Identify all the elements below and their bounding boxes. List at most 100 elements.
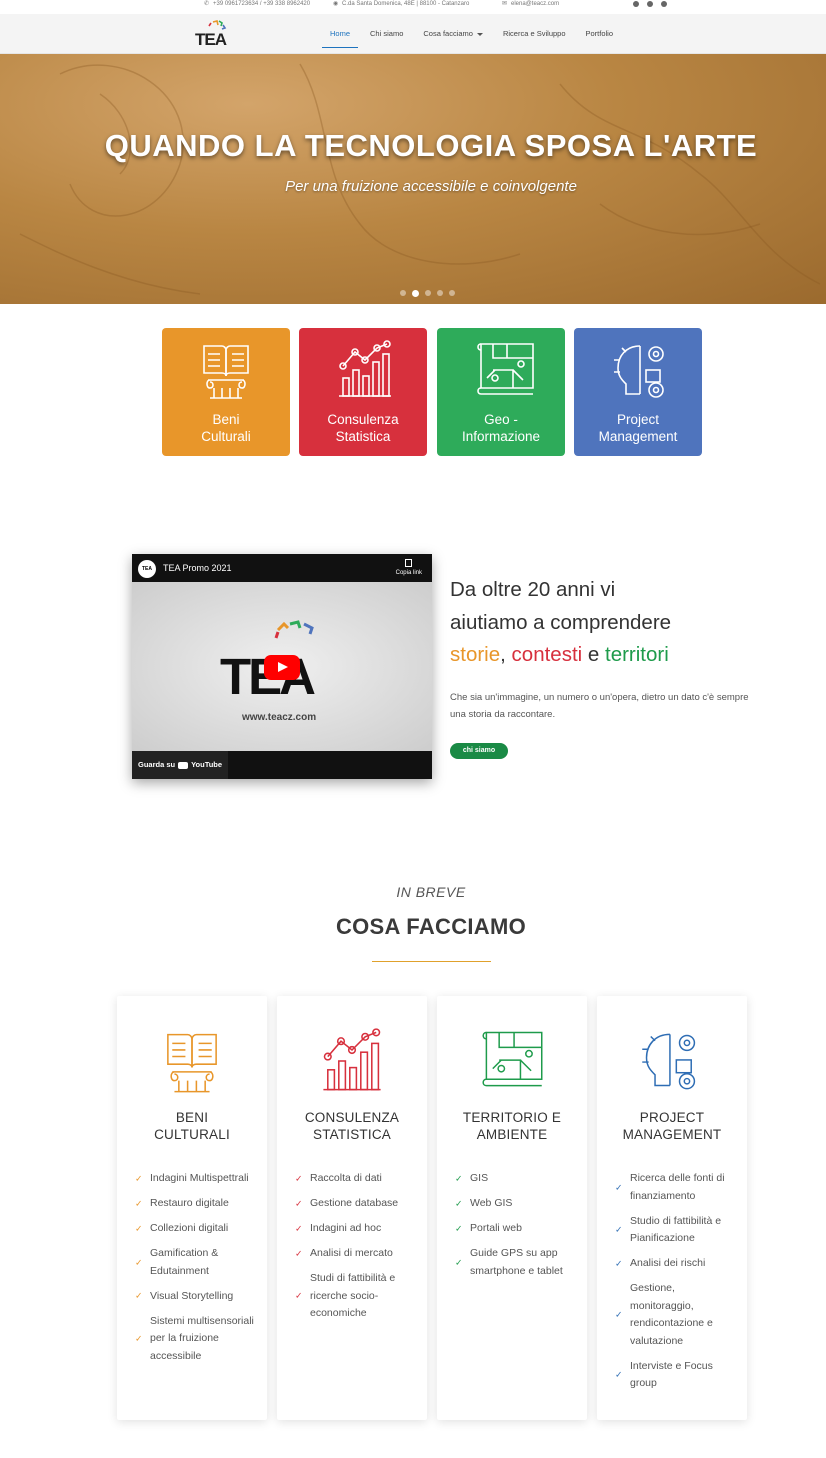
list-item: ✓ Restauro digitale	[135, 1195, 255, 1213]
intro-body: Che sia un'immagine, un numero o un'oper…	[450, 691, 749, 720]
list-item: ✓ Visual Storytelling	[135, 1288, 255, 1306]
tile-label-line2: Management	[598, 429, 678, 444]
watch-on-youtube-button[interactable]: Guarda su YouTube	[132, 751, 229, 779]
slider-dot[interactable]	[437, 290, 443, 296]
chevron-down-icon	[476, 32, 483, 36]
card-title: BENI CULTURALI	[117, 1109, 267, 1143]
brain-gears-icon	[614, 345, 664, 398]
list-item-text: Analisi dei rischi	[630, 1257, 706, 1269]
nav-ricerca-sviluppo[interactable]: Ricerca e Sviluppo	[493, 14, 576, 54]
list-item: ✓ Analisi dei rischi	[615, 1255, 735, 1273]
chi-siamo-button[interactable]: chi siamo	[450, 743, 508, 759]
list-item: ✓ Analisi di mercato	[295, 1245, 415, 1263]
tile-label-line1: Beni	[212, 412, 240, 427]
service-card-territorio-ambiente: TERRITORIO E AMBIENTE ✓ GIS ✓ Web GIS ✓ Port…	[437, 996, 587, 1420]
section-divider	[372, 961, 491, 962]
list-item-text: Web GIS	[470, 1197, 513, 1209]
service-card-consulenza-statistica: CONSULENZA STATISTICA ✓ Raccolta di dati ✓…	[277, 996, 427, 1420]
tile-label-line2: Informazione	[461, 429, 541, 444]
slider-dot[interactable]	[449, 290, 455, 296]
tile-project-management[interactable]: Project Management	[574, 328, 702, 456]
list-item-text: Gamification & Edutainment	[150, 1247, 219, 1277]
phone-icon: ✆	[204, 1, 210, 7]
list-item-text: Visual Storytelling	[150, 1289, 234, 1302]
video-embed[interactable]: TEA TEA Promo 2021 Copia link TEA www.te…	[132, 554, 432, 779]
list-item-text: Analisi di mercato	[310, 1247, 393, 1259]
check-icon: ✓	[455, 1173, 463, 1183]
check-icon: ✓	[615, 1369, 623, 1380]
card-title-line1: CONSULENZA	[304, 1110, 400, 1125]
map-icon	[477, 343, 534, 395]
card-list: ✓ Raccolta di dati ✓ Gestione database ✓ In…	[295, 1170, 415, 1330]
nav-home[interactable]: Home	[320, 14, 360, 54]
hero-subtitle: Per una fruizione accessibile e coinvolg…	[285, 178, 577, 195]
tile-label-line1: Geo -	[484, 412, 518, 427]
check-icon: ✓	[615, 1224, 623, 1235]
service-card-beni-culturali: BENI CULTURALI ✓ Indagini Multispettrali ✓…	[117, 996, 267, 1420]
highlight-storie: storie	[450, 643, 501, 666]
tile-label: Beni Culturali	[162, 411, 290, 445]
nav-cosa-facciamo-label: Cosa facciamo	[423, 29, 473, 38]
check-icon: ✓	[135, 1223, 143, 1233]
tile-consulenza-statistica[interactable]: Consulenza Statistica	[299, 328, 427, 456]
brain-gears-icon	[642, 1033, 696, 1090]
youtube-icon	[178, 761, 189, 769]
video-url: www.teacz.com	[242, 712, 317, 723]
card-title: TERRITORIO E AMBIENTE	[437, 1109, 587, 1143]
tile-label-line1: Consulenza	[327, 412, 399, 427]
list-item-text: Sistemi multisensoriali per la fruizione…	[150, 1314, 254, 1362]
list-item-text: GIS	[470, 1172, 489, 1184]
list-item: ✓ Portali web	[455, 1220, 575, 1238]
list-item: ✓ GIS	[455, 1170, 575, 1188]
tile-label-line2: Statistica	[335, 429, 391, 444]
list-item: ✓ Guide GPS su app smartphone e tablet	[455, 1245, 575, 1280]
intro-separator: e	[582, 643, 605, 666]
tile-beni-culturali[interactable]: Beni Culturali	[162, 328, 290, 456]
list-item-text: Gestione, monitoraggio, rendicontazione …	[630, 1282, 713, 1347]
check-icon: ✓	[135, 1290, 143, 1301]
tile-label-line2: Culturali	[201, 429, 251, 444]
play-button-icon[interactable]	[264, 655, 300, 680]
nav-portfolio[interactable]: Portfolio	[576, 14, 624, 54]
copy-icon	[405, 559, 413, 567]
list-item: ✓ Web GIS	[455, 1195, 575, 1213]
copy-link-button[interactable]: Copia link	[396, 559, 422, 576]
slider-dots	[400, 289, 455, 297]
instagram-icon[interactable]	[647, 1, 653, 7]
list-item: ✓ Raccolta di dati	[295, 1170, 415, 1188]
site-logo[interactable]: TEA	[195, 20, 235, 50]
check-icon: ✓	[295, 1223, 303, 1233]
intro-heading-line1: Da oltre 20 anni vi	[450, 578, 616, 601]
slider-dot[interactable]	[425, 290, 431, 296]
card-list: ✓ Ricerca delle fonti di finanziamento ✓ S…	[615, 1170, 735, 1400]
youtube-label: YouTube	[191, 760, 223, 769]
tile-geo-informazione[interactable]: Geo - Informazione	[437, 328, 565, 456]
nav-chi-siamo[interactable]: Chi siamo	[360, 14, 413, 54]
list-item: ✓ Indagini ad hoc	[295, 1220, 415, 1238]
check-icon: ✓	[295, 1248, 303, 1258]
highlight-contesti: contesti	[511, 643, 583, 666]
slider-dot-active[interactable]	[412, 289, 419, 297]
card-list: ✓ Indagini Multispettrali ✓ Restauro digit…	[135, 1170, 255, 1373]
list-item: ✓ Collezioni digitali	[135, 1220, 255, 1238]
check-icon: ✓	[455, 1223, 463, 1233]
linkedin-icon[interactable]	[661, 1, 667, 7]
phone-contact[interactable]: ✆ +39 0961723634 / +39 338 8962420	[204, 1, 310, 7]
check-icon: ✓	[135, 1173, 143, 1183]
nav-cosa-facciamo[interactable]: Cosa facciamo	[413, 14, 493, 54]
intro-block: Da oltre 20 anni vi aiutiamo a comprende…	[450, 574, 750, 723]
phone-text: +39 0961723634 / +39 338 8962420	[213, 1, 311, 7]
card-title: PROJECT MANAGEMENT	[597, 1109, 747, 1143]
check-icon: ✓	[135, 1333, 143, 1343]
envelope-icon: ✉	[502, 1, 508, 7]
video-title[interactable]: TEA Promo 2021	[163, 563, 232, 573]
map-pin-icon: ◉	[333, 1, 339, 7]
top-contact-bar: ✆ +39 0961723634 / +39 338 8962420 ◉ C.d…	[0, 0, 826, 14]
hero-slider[interactable]: QUANDO LA TECNOLOGIA SPOSA L'ARTE Per un…	[0, 54, 826, 304]
facebook-icon[interactable]	[633, 1, 639, 7]
email-contact[interactable]: ✉ elena@teacz.com	[502, 1, 559, 7]
check-icon: ✓	[295, 1290, 303, 1301]
channel-avatar[interactable]: TEA	[138, 560, 156, 578]
address-contact: ◉ C.da Santa Domenica, 48E | 88100 - Cat…	[333, 1, 469, 7]
slider-dot[interactable]	[400, 290, 406, 296]
